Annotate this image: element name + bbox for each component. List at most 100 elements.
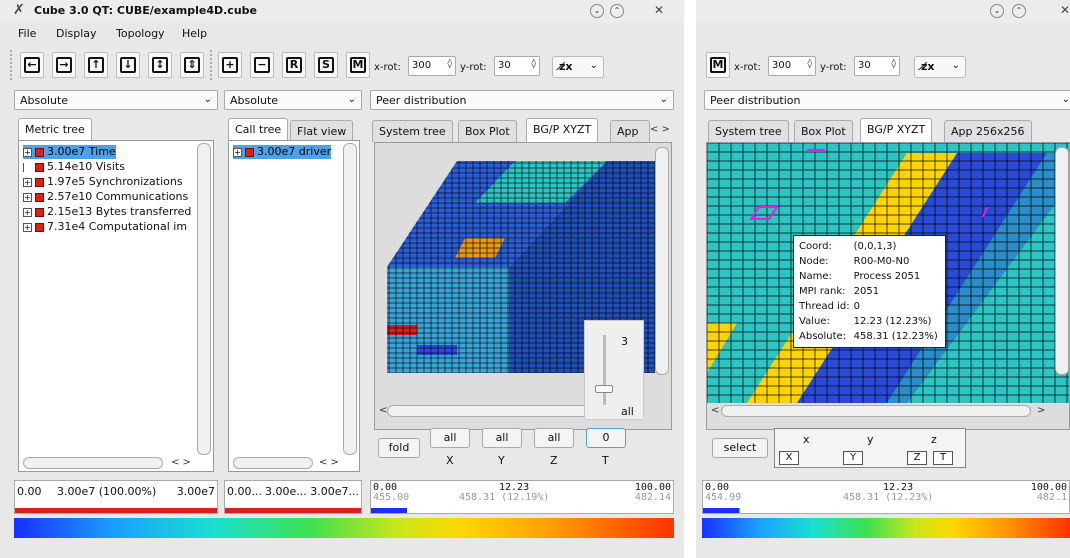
metric-tree-item[interactable]: 5.14e10 Visits: [23, 160, 125, 174]
arrow-up-button[interactable]: ↑: [84, 52, 108, 78]
tab-system-tree[interactable]: System tree: [708, 120, 789, 142]
yrot-spinbox[interactable]: 30 ◊: [854, 56, 900, 76]
xrot-spinbox[interactable]: 300 ◊: [408, 56, 456, 76]
metric-vertical-scrollbar[interactable]: [197, 143, 211, 455]
toolbar-grip[interactable]: [210, 50, 214, 80]
m-button[interactable]: M: [346, 52, 370, 78]
r-icon: R: [286, 57, 302, 73]
expand-icon[interactable]: +: [23, 177, 32, 187]
axis-check-z[interactable]: Z: [907, 451, 927, 465]
expand-icon[interactable]: +: [23, 192, 32, 202]
call-value-bar: 0.00... 3.00e... 3.00e7...: [224, 480, 362, 514]
expand-icon[interactable]: +: [23, 207, 32, 217]
m-button[interactable]: M: [706, 52, 730, 78]
scroll-left-right-icon[interactable]: < >: [319, 457, 339, 468]
expand-icon[interactable]: +: [23, 222, 32, 232]
axis-check-y[interactable]: Y: [843, 451, 863, 465]
scroll-right-icon[interactable]: >: [1037, 405, 1045, 416]
menu-help[interactable]: Help: [182, 27, 207, 40]
collapse-vertical-button[interactable]: ⇕: [180, 52, 204, 78]
tab-app[interactable]: App: [610, 120, 650, 142]
arrow-left-button[interactable]: ←: [20, 52, 44, 78]
expand-vertical-button[interactable]: ↕: [148, 52, 172, 78]
metric-value-combo[interactable]: Absolute ⌄: [14, 90, 218, 110]
zoom-out-button[interactable]: −: [250, 52, 274, 78]
title-bar: ✗ Cube 3.0 QT: CUBE/example4D.cube ⌄ ⌃ ✕: [0, 0, 684, 22]
dim-y-button[interactable]: all: [482, 428, 522, 448]
tab-call-tree[interactable]: Call tree: [228, 118, 289, 142]
metric-tree-item[interactable]: +2.15e13 Bytes transferred: [23, 205, 191, 219]
call-tree-item[interactable]: +3.00e7 driver: [233, 145, 332, 159]
dim-t-button[interactable]: 0: [586, 428, 626, 448]
value-color-icon: [35, 177, 44, 187]
expand-icon[interactable]: +: [233, 147, 242, 157]
tab-bgp-xyzt[interactable]: BG/P XYZT: [526, 118, 599, 142]
chevron-down-icon: ⌄: [347, 94, 356, 105]
tab-system-tree[interactable]: System tree: [372, 120, 453, 142]
metric-horizontal-scrollbar[interactable]: [23, 457, 163, 469]
scroll-left-right-icon[interactable]: < >: [171, 457, 191, 468]
topology-3d-view[interactable]: Coord: (0,0,1,3) Node: R00-M0-N0 Name: Proces…: [706, 142, 1070, 430]
metric-tree-item[interactable]: +1.97e5 Synchronizations: [23, 175, 183, 189]
tree-branch-icon: [23, 162, 32, 172]
spin-arrows-icon[interactable]: ◊: [448, 59, 452, 69]
metric-tree-item[interactable]: +3.00e7 Time: [23, 145, 116, 159]
minimize-button[interactable]: ⌄: [590, 4, 604, 18]
minimize-button[interactable]: ⌄: [990, 4, 1004, 18]
metric-tree-item[interactable]: +7.31e4 Computational im: [23, 220, 187, 234]
axis-header-z: z: [931, 433, 937, 446]
arrow-down-button[interactable]: ↓: [116, 52, 140, 78]
axes-tool-button[interactable]: z̸x ⌄: [552, 56, 604, 78]
system-value-combo[interactable]: Peer distribution ⌄: [704, 90, 1070, 110]
tab-flat-view[interactable]: Flat view: [290, 120, 354, 142]
view-horizontal-scrollbar[interactable]: [387, 405, 609, 417]
scroll-left-icon[interactable]: <: [711, 405, 719, 416]
tab-scroll-icon[interactable]: < >: [650, 124, 670, 135]
axes-xyz-icon: z̸x: [921, 60, 935, 73]
call-value-combo[interactable]: Absolute ⌄: [224, 90, 362, 110]
menu-display[interactable]: Display: [56, 27, 97, 40]
spin-arrows-icon[interactable]: ◊: [532, 59, 536, 69]
view-vertical-scrollbar[interactable]: [1055, 147, 1069, 375]
select-button[interactable]: select: [712, 438, 768, 458]
menu-file[interactable]: File: [18, 27, 36, 40]
maximize-button[interactable]: ⌃: [610, 4, 624, 18]
axis-check-t[interactable]: T: [933, 451, 953, 465]
call-horizontal-scrollbar[interactable]: [233, 457, 313, 469]
axes-tool-button[interactable]: z̸x ⌄: [914, 56, 966, 78]
expand-icon[interactable]: +: [23, 147, 32, 157]
xrot-spinbox[interactable]: 300 ◊: [768, 56, 816, 76]
slider-handle[interactable]: [595, 385, 613, 393]
tab-box-plot[interactable]: Box Plot: [794, 120, 853, 142]
tab-bgp-xyzt[interactable]: BG/P XYZT: [860, 118, 933, 142]
close-button[interactable]: ✕: [654, 3, 664, 17]
slider-track[interactable]: [603, 335, 606, 405]
menu-topology[interactable]: Topology: [116, 27, 165, 40]
system-value-combo[interactable]: Peer distribution ⌄: [370, 90, 674, 110]
reset-button[interactable]: R: [282, 52, 306, 78]
dim-x-button[interactable]: all: [430, 428, 470, 448]
zoom-in-button[interactable]: +: [218, 52, 242, 78]
spin-arrows-icon[interactable]: ◊: [808, 59, 812, 69]
metric-tree-item[interactable]: +2.57e10 Communications: [23, 190, 188, 204]
call-vertical-scrollbar[interactable]: [343, 143, 357, 455]
scroll-left-icon[interactable]: <: [379, 405, 387, 416]
view-horizontal-scrollbar[interactable]: [721, 405, 1031, 417]
call-item-label: driver: [298, 145, 332, 158]
tab-box-plot[interactable]: Box Plot: [458, 120, 517, 142]
view-vertical-scrollbar[interactable]: [655, 147, 669, 375]
maximize-button[interactable]: ⌃: [1012, 4, 1026, 18]
toolbar-grip[interactable]: [10, 50, 14, 80]
tab-metric-tree[interactable]: Metric tree: [18, 118, 92, 142]
metric-value-bar: 0.00 3.00e7 (100.00%) 3.00e7: [14, 480, 218, 514]
yrot-spinbox[interactable]: 30 ◊: [494, 56, 540, 76]
system-value-bar: 0.00 454.99 12.23 458.31 (12.23%) 100.00…: [702, 480, 1070, 514]
tab-app-256[interactable]: App 256x256: [944, 120, 1032, 142]
s-button[interactable]: S: [314, 52, 338, 78]
spin-arrows-icon[interactable]: ◊: [892, 59, 896, 69]
close-button[interactable]: ✕: [1060, 3, 1070, 17]
fold-button[interactable]: fold: [378, 438, 420, 458]
dim-z-button[interactable]: all: [534, 428, 574, 448]
arrow-right-button[interactable]: →: [52, 52, 76, 78]
axis-check-x[interactable]: X: [779, 451, 799, 465]
